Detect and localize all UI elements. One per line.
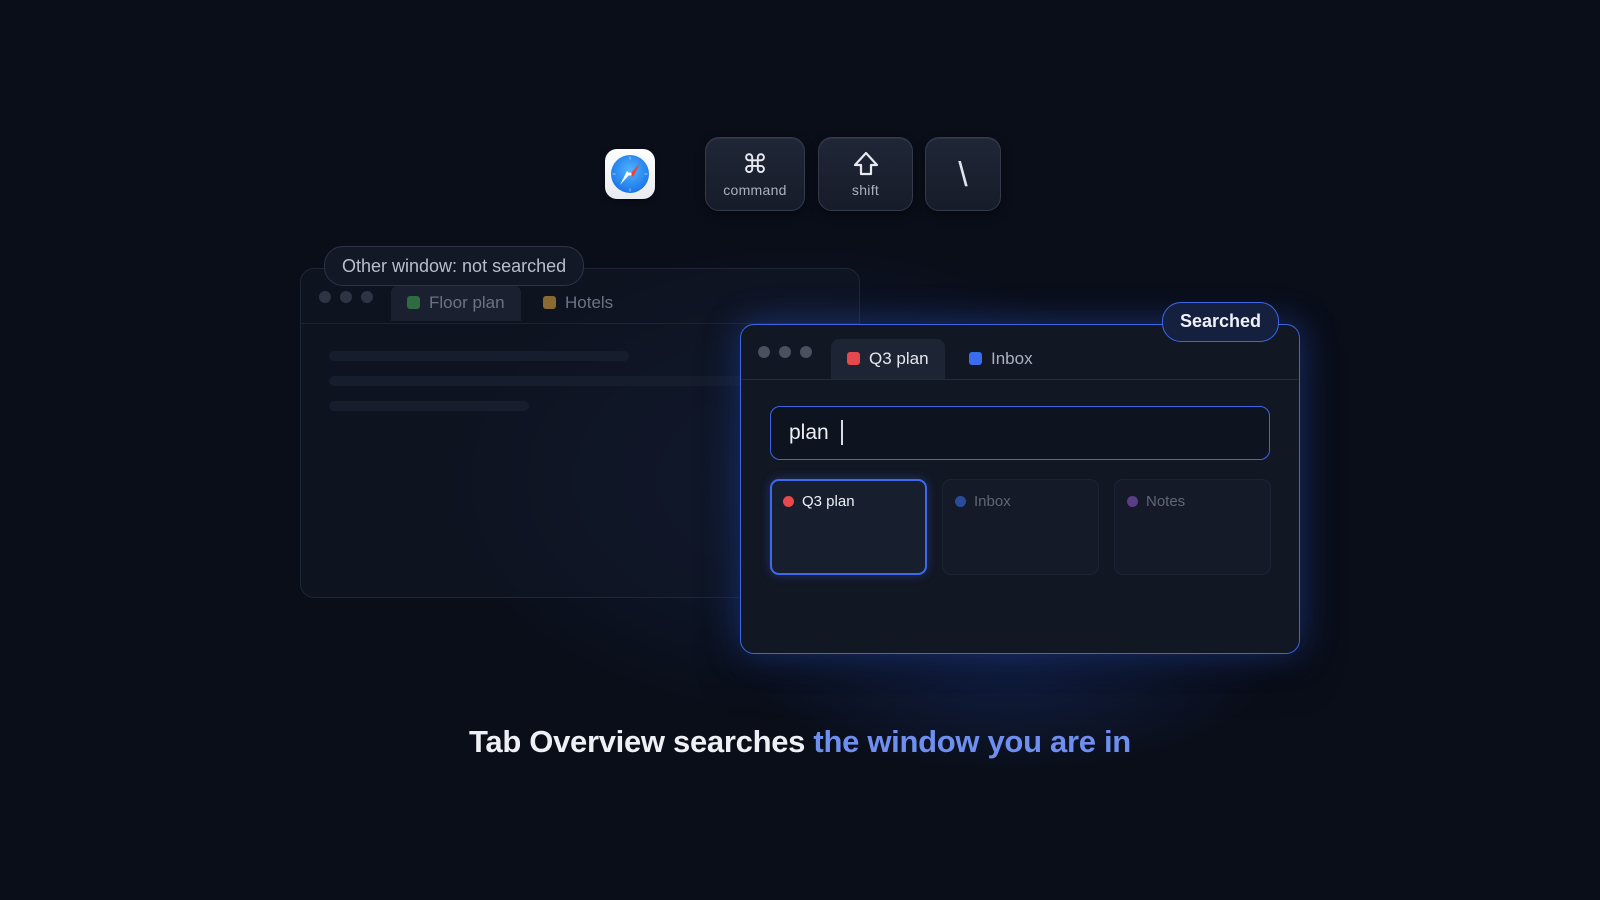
window-zoom-dot[interactable] bbox=[800, 346, 812, 358]
tab-q3-plan[interactable]: Q3 plan bbox=[831, 339, 945, 379]
result-label: Notes bbox=[1146, 493, 1186, 510]
shift-key: shift bbox=[818, 137, 913, 211]
window-minimize-dot[interactable] bbox=[779, 346, 791, 358]
other-tab-floor-plan[interactable]: Floor plan bbox=[391, 285, 521, 321]
tab-bar-divider bbox=[741, 379, 1299, 380]
placeholder-line bbox=[329, 351, 629, 361]
shift-icon bbox=[819, 150, 912, 178]
tab-search-input[interactable] bbox=[770, 406, 1270, 460]
other-tab-hotels[interactable]: Hotels bbox=[543, 285, 613, 321]
tab-color-swatch bbox=[969, 352, 982, 365]
tab-label: Hotels bbox=[565, 293, 614, 312]
backslash-key: \ bbox=[925, 137, 1001, 211]
tab-color-swatch bbox=[407, 296, 420, 309]
tab-label: Q3 plan bbox=[869, 349, 929, 368]
tab-color-swatch bbox=[847, 352, 860, 365]
window-close-dot bbox=[319, 291, 331, 303]
result-color-dot bbox=[955, 496, 966, 507]
result-card-q3-plan[interactable]: Q3 plan bbox=[770, 479, 927, 575]
text-cursor bbox=[841, 420, 843, 445]
caption: Tab Overview searches the window you are… bbox=[0, 724, 1600, 760]
compass-icon bbox=[611, 155, 649, 193]
window-zoom-dot bbox=[361, 291, 373, 303]
command-icon: ⌘ bbox=[742, 149, 768, 179]
result-card-notes[interactable]: Notes bbox=[1114, 479, 1271, 575]
window-close-dot[interactable] bbox=[758, 346, 770, 358]
caption-lead: Tab Overview searches bbox=[469, 724, 814, 759]
tab-label: Floor plan bbox=[429, 293, 505, 312]
searched-badge: Searched bbox=[1162, 302, 1280, 342]
placeholder-line bbox=[329, 401, 529, 411]
not-searched-badge: Other window: not searched bbox=[324, 246, 585, 286]
command-key: ⌘ command bbox=[705, 137, 805, 211]
caption-accent: the window you are in bbox=[813, 724, 1131, 759]
tab-color-swatch bbox=[543, 296, 556, 309]
backslash-key-glyph: \ bbox=[958, 156, 968, 194]
result-color-dot bbox=[1127, 496, 1138, 507]
result-color-dot bbox=[783, 496, 794, 507]
result-label: Inbox bbox=[974, 493, 1011, 510]
tab-label: Inbox bbox=[991, 349, 1033, 368]
placeholder-line bbox=[329, 376, 759, 386]
shift-key-label: shift bbox=[851, 182, 880, 198]
window-minimize-dot bbox=[340, 291, 352, 303]
tab-inbox[interactable]: Inbox bbox=[969, 339, 1033, 379]
command-key-label: command bbox=[723, 182, 787, 198]
safari-app-icon bbox=[605, 149, 655, 199]
result-label: Q3 plan bbox=[802, 493, 855, 510]
searched-window: Q3 plan Inbox Q3 plan Inbox Notes bbox=[740, 324, 1300, 654]
result-card-inbox[interactable]: Inbox bbox=[942, 479, 1099, 575]
